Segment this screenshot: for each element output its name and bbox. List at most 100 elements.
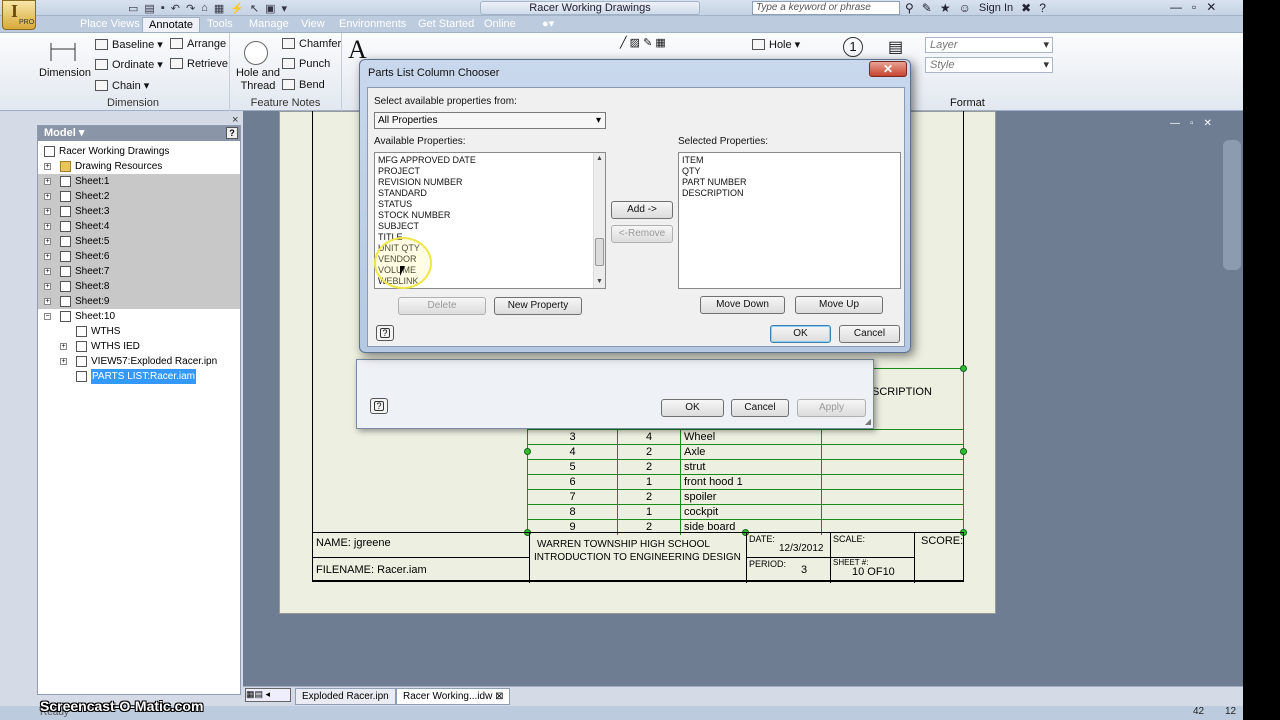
navigation-bar[interactable] <box>1223 140 1241 270</box>
canvas-minimize-icon[interactable]: — <box>1170 118 1180 129</box>
canvas-restore-icon[interactable]: ▫ <box>1190 118 1194 129</box>
symbol-tools-icon[interactable]: ╱ ▨ ✎ ▦ <box>620 36 666 49</box>
move-up-button[interactable]: Move Up <box>795 296 883 314</box>
parts-list-help-button[interactable]: ? <box>370 398 388 414</box>
tab-tools[interactable]: Tools <box>201 17 239 32</box>
minimize-icon[interactable]: — <box>1170 0 1182 14</box>
select-icon[interactable]: ↖ <box>250 2 259 15</box>
tree-row[interactable]: + Sheet:1 <box>38 174 240 189</box>
sign-in-link[interactable]: Sign In <box>979 2 1013 14</box>
list-item[interactable]: STATUS <box>378 199 412 210</box>
help-icon[interactable]: ? <box>1039 1 1046 15</box>
retrieve-button[interactable]: Retrieve <box>170 58 228 70</box>
layers-icon[interactable]: ▤ <box>888 37 903 57</box>
qat-dropdown-icon[interactable]: ▾ <box>282 2 288 15</box>
tree-row[interactable]: + Sheet:7 <box>38 264 240 279</box>
delete-button[interactable]: Delete <box>398 297 486 315</box>
add-button[interactable]: Add -> <box>611 201 673 219</box>
list-item[interactable]: STOCK NUMBER <box>378 210 450 221</box>
layer-combo[interactable]: Layer <box>925 37 1053 53</box>
close-icon[interactable]: ✕ <box>1206 0 1216 14</box>
tree-row[interactable]: PARTS LIST:Racer.iam <box>38 369 240 384</box>
tree-row[interactable]: + Sheet:9 <box>38 294 240 309</box>
tree-row[interactable]: + VIEW57:Exploded Racer.ipn <box>38 354 240 369</box>
dialog-help-button[interactable]: ? <box>376 325 394 341</box>
style-combo[interactable]: Style <box>925 57 1053 73</box>
scroll-up-icon[interactable]: ▲ <box>594 153 605 165</box>
tab-place-views[interactable]: Place Views <box>74 17 146 32</box>
restore-icon[interactable]: ▫ <box>1192 0 1196 14</box>
ok-button[interactable]: OK <box>770 325 831 343</box>
move-down-button[interactable]: Move Down <box>700 296 785 314</box>
available-list-scrollbar[interactable]: ▲ ▼ <box>593 153 605 288</box>
expand-icon[interactable]: + <box>44 208 51 215</box>
chamfer-button[interactable]: Chamfer <box>282 38 341 50</box>
list-item[interactable]: QTY <box>682 166 701 177</box>
parts-list-ok-button[interactable]: OK <box>661 399 724 417</box>
new-icon[interactable]: ▭ <box>128 2 138 15</box>
tree-row[interactable]: + Sheet:3 <box>38 204 240 219</box>
scroll-thumb[interactable] <box>595 238 604 266</box>
chain-button[interactable]: Chain ▾ <box>95 79 149 92</box>
close-x-icon[interactable]: ✖ <box>1021 1 1031 15</box>
baseline-button[interactable]: Baseline ▾ <box>95 38 163 51</box>
help-search-input[interactable]: Type a keyword or phrase <box>752 1 900 15</box>
tab-racer-working[interactable]: Racer Working...idw ⊠ <box>396 688 511 705</box>
expand-icon[interactable]: + <box>44 253 51 260</box>
tree-row[interactable]: + Sheet:4 <box>38 219 240 234</box>
collapse-icon[interactable]: − <box>44 313 51 320</box>
open-icon[interactable]: ▤ <box>144 2 154 15</box>
selected-properties-list[interactable]: ITEM QTY PART NUMBER DESCRIPTION <box>678 152 901 289</box>
canvas-close-icon[interactable]: ✕ <box>1204 118 1212 129</box>
wrench-icon[interactable]: ✎ <box>922 1 932 15</box>
grip-handle[interactable] <box>524 448 531 455</box>
expand-icon[interactable]: + <box>44 298 51 305</box>
undo-icon[interactable]: ↶ <box>171 2 180 15</box>
tree-row[interactable]: WTHS <box>38 324 240 339</box>
application-menu-button[interactable]: I PRO <box>2 0 36 30</box>
resize-grip-icon[interactable]: ◢ <box>865 417 871 426</box>
tab-close-icon[interactable]: ⊠ <box>495 691 503 702</box>
bend-button[interactable]: Bend <box>282 79 325 91</box>
home-icon[interactable]: ⌂ <box>201 2 208 14</box>
tree-row[interactable]: + WTHS IED <box>38 339 240 354</box>
tab-get-started[interactable]: Get Started <box>412 17 480 32</box>
parts-list-cancel-button[interactable]: Cancel <box>731 399 789 417</box>
view-switcher-icon[interactable]: ▦▤ ◂ <box>245 688 291 702</box>
hole-table-button[interactable]: Hole ▾ <box>752 38 800 51</box>
balloon-icon[interactable]: 1 <box>843 37 863 57</box>
tab-overflow-icon[interactable]: ●▾ <box>536 17 560 32</box>
arrange-button[interactable]: Arrange <box>170 38 226 50</box>
binoculars-icon[interactable]: ⚲ <box>905 1 914 15</box>
user-icon[interactable]: ☺ <box>959 1 971 15</box>
dialog-close-button[interactable]: ✕ <box>869 61 907 77</box>
tab-exploded-racer[interactable]: Exploded Racer.ipn <box>295 688 396 705</box>
browser-help-icon[interactable]: ? <box>226 127 238 139</box>
tab-environments[interactable]: Environments <box>333 17 412 32</box>
cancel-button[interactable]: Cancel <box>839 325 900 343</box>
expand-icon[interactable]: + <box>44 223 51 230</box>
project-icon[interactable]: ▣ <box>265 2 275 15</box>
list-item[interactable]: DESCRIPTION <box>682 188 744 199</box>
property-source-select[interactable]: All Properties <box>374 112 606 129</box>
tree-row[interactable]: + Sheet:6 <box>38 249 240 264</box>
tree-row[interactable]: − Sheet:10 <box>38 309 240 324</box>
hole-and-thread-button[interactable]: Hole and Thread <box>234 67 282 93</box>
list-item[interactable]: PART NUMBER <box>682 177 747 188</box>
parts-list-apply-button[interactable]: Apply <box>797 399 866 417</box>
list-item[interactable]: REVISION NUMBER <box>378 177 463 188</box>
list-item[interactable]: PROJECT <box>378 166 420 177</box>
remove-button[interactable]: <-Remove <box>611 225 673 243</box>
scroll-down-icon[interactable]: ▼ <box>594 276 605 288</box>
expand-icon[interactable]: + <box>44 163 51 170</box>
tab-online[interactable]: Online <box>478 17 522 32</box>
dimension-button[interactable]: Dimension <box>39 67 91 79</box>
tree-row[interactable]: + Sheet:2 <box>38 189 240 204</box>
browser-header[interactable]: Model ▾ ? <box>38 126 240 141</box>
new-property-button[interactable]: New Property <box>494 297 582 315</box>
list-item[interactable]: ITEM <box>682 155 704 166</box>
tree-row[interactable]: Racer Working Drawings <box>38 144 240 159</box>
tree-row[interactable]: + Sheet:5 <box>38 234 240 249</box>
tab-view[interactable]: View <box>295 17 331 32</box>
grip-handle[interactable] <box>960 448 967 455</box>
